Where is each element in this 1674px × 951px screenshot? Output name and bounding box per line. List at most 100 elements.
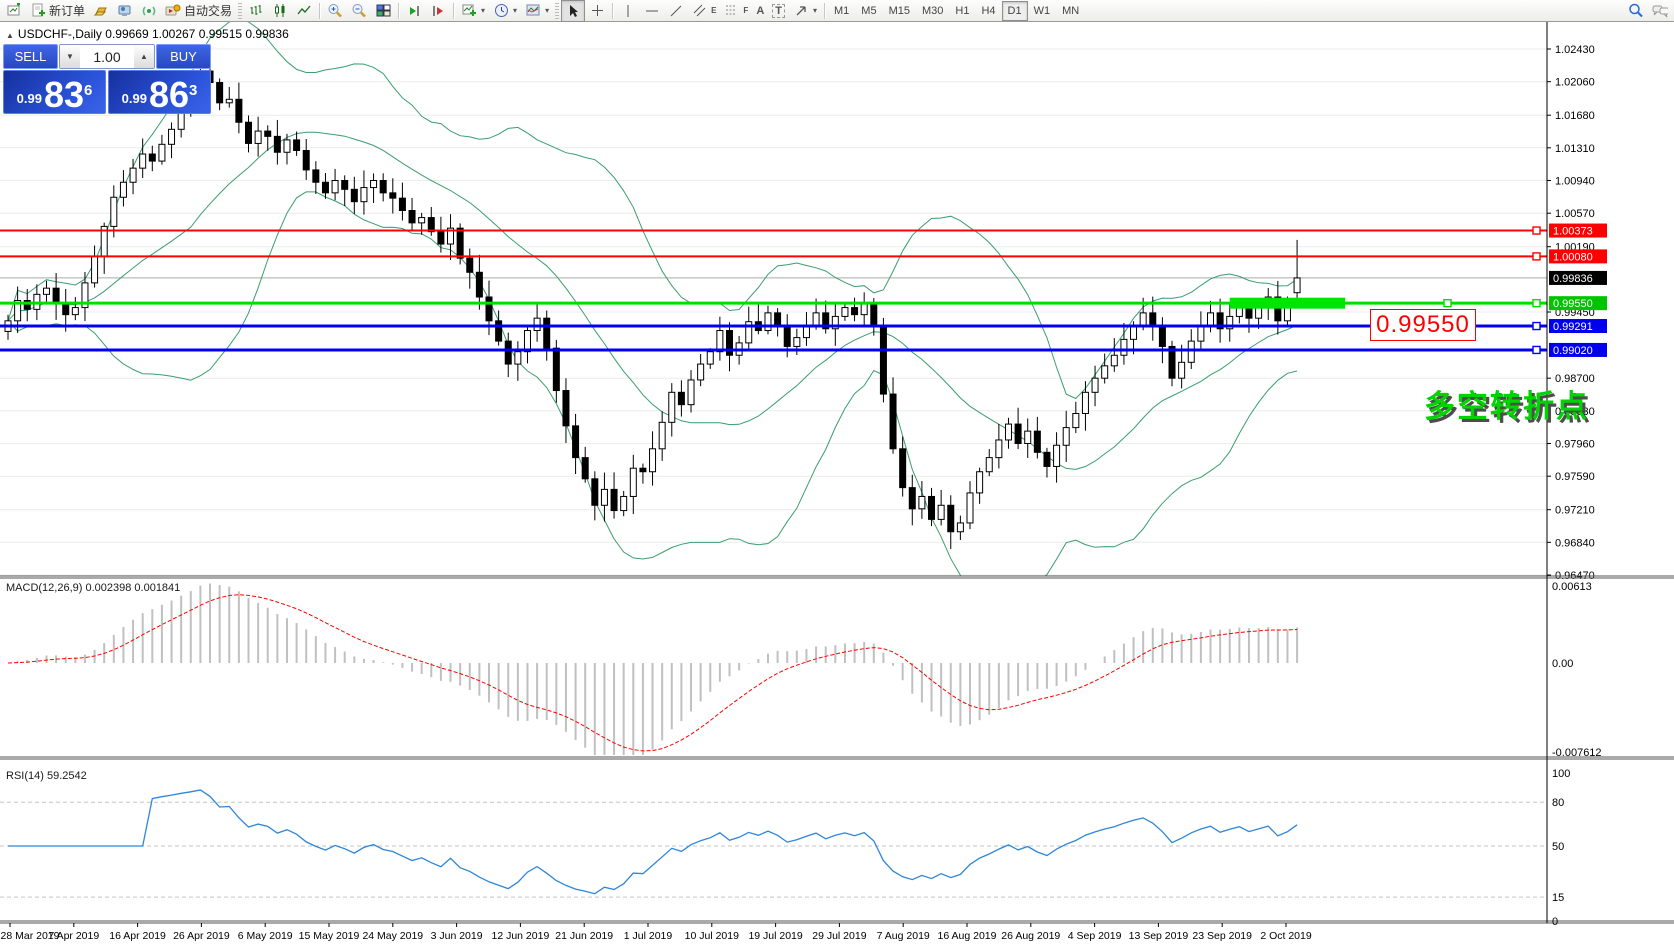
price-tick-label: 0.97210 <box>1555 505 1595 517</box>
fibonacci-tool[interactable]: F <box>720 0 752 22</box>
collapse-icon[interactable]: ▲ <box>6 31 14 40</box>
candlestick <box>467 258 473 272</box>
autotrading-button[interactable]: 自动交易 <box>161 0 236 22</box>
candlestick <box>707 352 713 364</box>
candlestick <box>1102 366 1108 378</box>
candlestick <box>775 313 781 325</box>
candlestick <box>986 458 992 472</box>
candlestick <box>265 131 271 136</box>
text-tool[interactable]: A <box>752 0 768 22</box>
candlestick <box>496 321 502 341</box>
candlestick-chart-button[interactable] <box>268 0 292 22</box>
market-watch-button[interactable] <box>89 0 113 22</box>
buy-price-box[interactable]: 0.99 86 3 <box>108 70 211 114</box>
chart-shift-button[interactable] <box>426 0 450 22</box>
candlestick <box>111 197 117 226</box>
candlestick <box>909 488 915 509</box>
price-tick-label: 1.00570 <box>1555 208 1595 220</box>
candlestick <box>255 131 261 143</box>
sell-price-box[interactable]: 0.99 83 6 <box>3 70 106 114</box>
candlestick <box>813 313 819 325</box>
timeframe-m30[interactable]: M30 <box>916 1 949 21</box>
candlestick <box>515 352 521 364</box>
line-handle[interactable] <box>1533 300 1540 307</box>
date-tick-label: 7 Apr 2019 <box>48 930 99 942</box>
date-tick-label: 6 May 2019 <box>238 930 293 942</box>
timeframe-h4[interactable]: H4 <box>975 1 1001 21</box>
candlestick <box>419 218 425 223</box>
trendline-tool[interactable] <box>664 0 688 22</box>
search-button[interactable] <box>1624 0 1648 22</box>
price-level-callout[interactable]: 0.99550 <box>1370 309 1476 341</box>
line-handle[interactable] <box>1444 300 1451 307</box>
zoom-in-icon <box>327 3 343 19</box>
volume-input[interactable] <box>80 45 134 68</box>
one-click-trading-panel: SELL ▼ ▲ BUY 0.99 83 6 0.99 86 3 <box>3 44 211 114</box>
timeframe-mn[interactable]: MN <box>1056 1 1085 21</box>
date-tick-label: 2 Oct 2019 <box>1260 930 1312 942</box>
timeframe-w1[interactable]: W1 <box>1028 1 1057 21</box>
timeframe-d1[interactable]: D1 <box>1002 1 1028 21</box>
price-tick-label: 0.97590 <box>1555 471 1595 483</box>
vertical-line-tool[interactable] <box>616 0 640 22</box>
indicators-dropdown[interactable]: ▾ <box>457 0 489 22</box>
candlestick <box>890 394 896 449</box>
timeframe-m15[interactable]: M15 <box>883 1 916 21</box>
sell-button[interactable]: SELL <box>3 44 58 69</box>
bar-chart-button[interactable] <box>244 0 268 22</box>
candlestick <box>43 288 49 294</box>
candlestick <box>871 304 877 325</box>
volume-increase-button[interactable]: ▲ <box>134 45 154 68</box>
rsi-axis-label: 100 <box>1552 768 1570 780</box>
line-handle[interactable] <box>1533 346 1540 353</box>
buy-price-sup: 3 <box>189 71 197 111</box>
buy-button[interactable]: BUY <box>156 44 211 69</box>
horizontal-line-tool[interactable] <box>640 0 664 22</box>
crosshair-button[interactable] <box>585 0 609 22</box>
candlestick <box>303 150 309 169</box>
tile-windows-button[interactable] <box>371 0 395 22</box>
new-chart-button[interactable] <box>2 0 26 22</box>
line-handle[interactable] <box>1533 323 1540 330</box>
candlestick <box>784 325 790 346</box>
text-label-tool[interactable]: T <box>768 0 789 22</box>
candlestick <box>996 440 1002 458</box>
chat-button[interactable] <box>1648 0 1672 22</box>
candlestick <box>274 136 280 152</box>
arrows-dropdown[interactable]: ▾ <box>789 0 821 22</box>
chart-canvas[interactable]: 1.024301.020601.016801.013101.009401.005… <box>0 22 1674 946</box>
date-tick-label: 12 Jun 2019 <box>491 930 549 942</box>
line-chart-button[interactable] <box>292 0 316 22</box>
price-badge-label: 1.00080 <box>1553 251 1593 263</box>
candlestick <box>601 489 607 505</box>
channel-tool[interactable]: E <box>688 0 720 22</box>
metaeditor-button[interactable] <box>113 0 137 22</box>
candlestick <box>294 140 300 151</box>
candlestick <box>544 318 550 348</box>
zoom-out-button[interactable] <box>347 0 371 22</box>
date-tick-label: 26 Aug 2019 <box>1001 930 1060 942</box>
support-zone-rectangle[interactable] <box>1230 298 1345 309</box>
signals-button[interactable] <box>137 0 161 22</box>
new-order-button[interactable]: 新订单 <box>26 0 89 22</box>
candlestick <box>63 303 69 314</box>
timeframe-m5[interactable]: M5 <box>855 1 882 21</box>
periods-dropdown[interactable]: ▾ <box>489 0 521 22</box>
auto-scroll-button[interactable] <box>402 0 426 22</box>
candlestick <box>1082 392 1088 413</box>
templates-dropdown[interactable]: ▾ <box>521 0 553 22</box>
line-handle[interactable] <box>1533 227 1540 234</box>
new-chart-icon <box>6 3 22 19</box>
zoom-in-button[interactable] <box>323 0 347 22</box>
timeframe-bar: M1M5M15M30H1H4D1W1MN <box>828 1 1085 21</box>
timeframe-h1[interactable]: H1 <box>949 1 975 21</box>
trading-app-window: { "toolbar": { "new_order_label": "新订单",… <box>0 0 1674 946</box>
timeframe-m1[interactable]: M1 <box>828 1 855 21</box>
candlestick <box>1044 452 1050 466</box>
cursor-button[interactable] <box>561 0 585 22</box>
volume-decrease-button[interactable]: ▼ <box>60 45 80 68</box>
caret-icon: ▾ <box>545 6 549 15</box>
candlestick <box>169 129 175 144</box>
line-handle[interactable] <box>1533 253 1540 260</box>
candlestick <box>948 505 954 531</box>
